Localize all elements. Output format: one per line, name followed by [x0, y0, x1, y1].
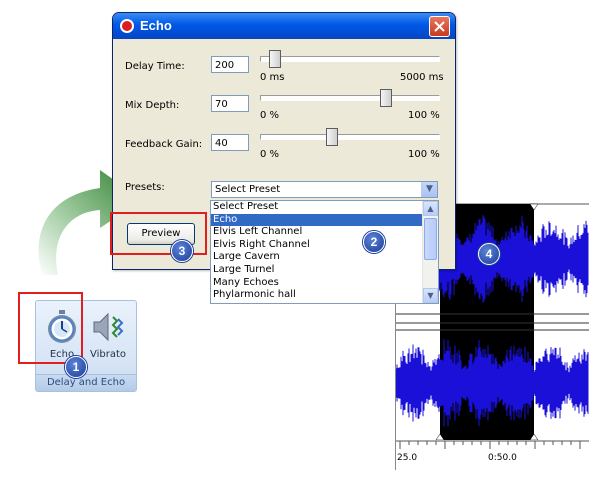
mix-depth-label: Mix Depth: [125, 100, 180, 111]
step-marker-4: 4 [478, 243, 500, 265]
ribbon-group-label: Delay and Echo [36, 374, 136, 391]
mix-depth-max-label: 100 % [408, 110, 440, 121]
preset-option[interactable]: Elvis Right Channel [211, 239, 422, 252]
delay-time-slider-thumb[interactable] [269, 50, 282, 68]
mix-depth-slider[interactable] [260, 89, 440, 107]
preset-option[interactable]: Large Turnel [211, 264, 422, 277]
preset-dropdown[interactable]: Select Preset ▼ [211, 181, 438, 198]
feedback-gain-max-label: 100 % [408, 149, 440, 160]
close-button[interactable] [429, 16, 450, 37]
timeline-ticks [396, 440, 589, 449]
delay-time-slider[interactable] [260, 50, 440, 68]
timeline-label-25: 25.0 [397, 453, 418, 463]
preset-option[interactable]: Large Cavern [211, 251, 422, 264]
scroll-down-icon[interactable]: ▼ [423, 288, 438, 303]
preset-option[interactable]: Many Echoes [211, 277, 422, 290]
step-marker-2: 2 [363, 231, 385, 253]
dialog-titlebar[interactable]: Echo [113, 13, 455, 39]
mix-depth-input[interactable]: 70 [211, 95, 249, 112]
preset-list-scrollbar[interactable]: ▲ ▼ [422, 201, 438, 303]
timeline-ruler[interactable]: 25.0 0:50.0 [396, 440, 589, 470]
highlight-echo-button [18, 292, 83, 364]
preset-dropdown-value: Select Preset [215, 184, 281, 195]
scrollbar-thumb[interactable] [424, 218, 437, 260]
preset-option[interactable]: Phylarmonic hall [211, 289, 422, 302]
feedback-gain-slider[interactable] [260, 128, 440, 146]
mix-depth-slider-thumb[interactable] [379, 89, 392, 107]
feedback-gain-slider-thumb[interactable] [326, 128, 339, 146]
preset-list[interactable]: Select Preset Echo Elvis Left Channel El… [210, 200, 439, 304]
scroll-up-icon[interactable]: ▲ [423, 201, 438, 216]
speaker-wave-icon [93, 312, 124, 342]
delay-time-max-label: 5000 ms [400, 72, 444, 83]
timeline-label-50: 0:50.0 [488, 453, 517, 463]
vibrato-button-label: Vibrato [89, 349, 127, 360]
mix-depth-min-label: 0 % [260, 110, 280, 121]
presets-label: Presets: [125, 182, 165, 193]
delay-time-min-label: 0 ms [260, 72, 285, 83]
close-icon [434, 21, 445, 32]
feedback-gain-label: Feedback Gain: [125, 139, 203, 150]
dialog-title: Echo [140, 18, 172, 33]
preset-option-selected[interactable]: Echo [211, 213, 422, 227]
step-marker-3: 3 [171, 240, 193, 262]
delay-time-label: Delay Time: [125, 61, 185, 72]
feedback-gain-min-label: 0 % [260, 149, 280, 160]
chevron-down-icon[interactable]: ▼ [421, 182, 437, 197]
delay-time-input[interactable]: 200 [211, 56, 249, 73]
preset-option[interactable]: Select Preset [211, 201, 422, 214]
record-icon [120, 19, 134, 33]
vibrato-button[interactable]: Vibrato [86, 307, 130, 361]
feedback-gain-input[interactable]: 40 [211, 134, 249, 151]
preset-option[interactable]: Elvis Left Channel [211, 226, 422, 239]
step-marker-1: 1 [65, 356, 87, 378]
